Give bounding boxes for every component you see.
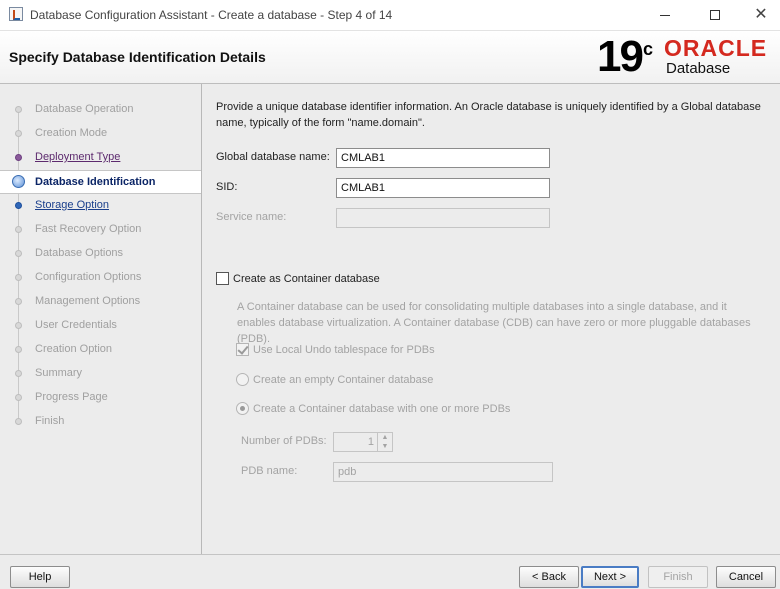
step-dot-icon (15, 106, 22, 113)
step-dot-icon (15, 154, 22, 161)
step-label: Progress Page (35, 391, 108, 403)
step-database-options: Database Options (0, 243, 201, 265)
main-panel: Provide a unique database identifier inf… (202, 84, 780, 554)
step-dot-icon (15, 322, 22, 329)
steps-sidebar: Database Operation Creation Mode Deploym… (0, 84, 202, 554)
step-label: Database Identification (35, 176, 156, 188)
oracle-logo: ORACLE (664, 35, 768, 61)
empty-container-radio[interactable] (236, 373, 249, 386)
back-button[interactable]: < Back (519, 566, 579, 588)
cancel-button[interactable]: Cancel (716, 566, 776, 588)
step-dot-icon (15, 130, 22, 137)
step-dot-icon (15, 250, 22, 257)
pdb-name-label: PDB name: (241, 465, 298, 477)
with-pdbs-label: Create a Container database with one or … (253, 403, 511, 415)
service-name-label: Service name: (216, 211, 287, 223)
container-db-label[interactable]: Create as Container database (233, 273, 380, 285)
page-header: Specify Database Identification Details … (0, 31, 780, 84)
maximize-icon (710, 10, 720, 20)
num-pdbs-value: 1 (367, 436, 374, 448)
step-database-identification: Database Identification (0, 170, 201, 194)
next-button[interactable]: Next > (581, 566, 639, 588)
global-db-name-label: Global database name: (216, 151, 330, 163)
step-dot-icon (15, 346, 22, 353)
step-label[interactable]: Storage Option (35, 199, 109, 211)
step-label: Configuration Options (35, 271, 142, 283)
step-label: Creation Option (35, 343, 113, 355)
step-management-options: Management Options (0, 291, 201, 313)
finish-button[interactable]: Finish (648, 566, 708, 588)
version-number: 19 (597, 32, 644, 81)
step-dot-icon (15, 226, 22, 233)
intro-text: Provide a unique database identifier inf… (216, 101, 761, 129)
pdb-name-input[interactable] (333, 462, 553, 482)
step-label[interactable]: Deployment Type (35, 151, 120, 163)
minimize-button[interactable] (642, 0, 688, 30)
java-app-icon (9, 7, 23, 21)
title-bar: Database Configuration Assistant - Creat… (0, 0, 780, 31)
current-step-icon (12, 175, 25, 188)
step-dot-icon (15, 274, 22, 281)
step-label: Database Options (35, 247, 124, 259)
step-creation-mode: Creation Mode (0, 123, 201, 145)
with-pdbs-radio[interactable] (236, 402, 249, 415)
stepper-down-icon[interactable]: ▼ (378, 442, 392, 451)
page-title: Specify Database Identification Details (9, 49, 266, 65)
sid-label: SID: (216, 181, 238, 193)
step-finish: Finish (0, 411, 201, 433)
container-description: A Container database can be used for con… (237, 301, 751, 345)
step-configuration-options: Configuration Options (0, 267, 201, 289)
close-button[interactable]: ✕ (738, 0, 780, 30)
stepper-arrows[interactable]: ▲ ▼ (377, 433, 392, 451)
minimize-icon (660, 14, 670, 16)
maximize-button[interactable] (692, 0, 738, 30)
step-user-credentials: User Credentials (0, 315, 201, 337)
local-undo-checkbox[interactable] (236, 343, 249, 356)
step-summary: Summary (0, 363, 201, 385)
service-name-input[interactable] (336, 208, 550, 228)
sid-input[interactable] (336, 178, 550, 198)
stepper-up-icon[interactable]: ▲ (378, 433, 392, 442)
step-dot-icon (15, 418, 22, 425)
step-label: Finish (35, 415, 65, 427)
empty-container-label: Create an empty Container database (253, 374, 434, 386)
step-label: Creation Mode (35, 127, 108, 139)
step-fast-recovery-option: Fast Recovery Option (0, 219, 201, 241)
num-pdbs-label: Number of PDBs: (241, 435, 327, 447)
step-storage-option[interactable]: Storage Option (0, 195, 201, 217)
step-dot-icon (15, 298, 22, 305)
step-label: Summary (35, 367, 83, 379)
close-icon: ✕ (754, 6, 768, 23)
step-database-operation: Database Operation (0, 99, 201, 121)
container-db-checkbox[interactable] (216, 272, 229, 285)
step-deployment-type[interactable]: Deployment Type (0, 147, 201, 169)
local-undo-label: Use Local Undo tablespace for PDBs (253, 344, 435, 356)
step-progress-page: Progress Page (0, 387, 201, 409)
step-dot-icon (15, 394, 22, 401)
step-label: Management Options (35, 295, 141, 307)
step-label: User Credentials (35, 319, 117, 331)
num-pdbs-stepper[interactable]: 1 ▲ ▼ (333, 432, 393, 452)
version-suffix: c (643, 39, 654, 59)
step-label: Database Operation (35, 103, 134, 115)
help-button[interactable]: Help (10, 566, 70, 588)
product-name: Database (666, 60, 731, 77)
button-bar: Help < Back Next > Finish Cancel (0, 554, 780, 589)
step-dot-icon (15, 202, 22, 209)
step-label: Fast Recovery Option (35, 223, 142, 235)
global-db-name-input[interactable] (336, 148, 550, 168)
step-dot-icon (15, 370, 22, 377)
window-title: Database Configuration Assistant - Creat… (30, 8, 393, 22)
step-creation-option: Creation Option (0, 339, 201, 361)
